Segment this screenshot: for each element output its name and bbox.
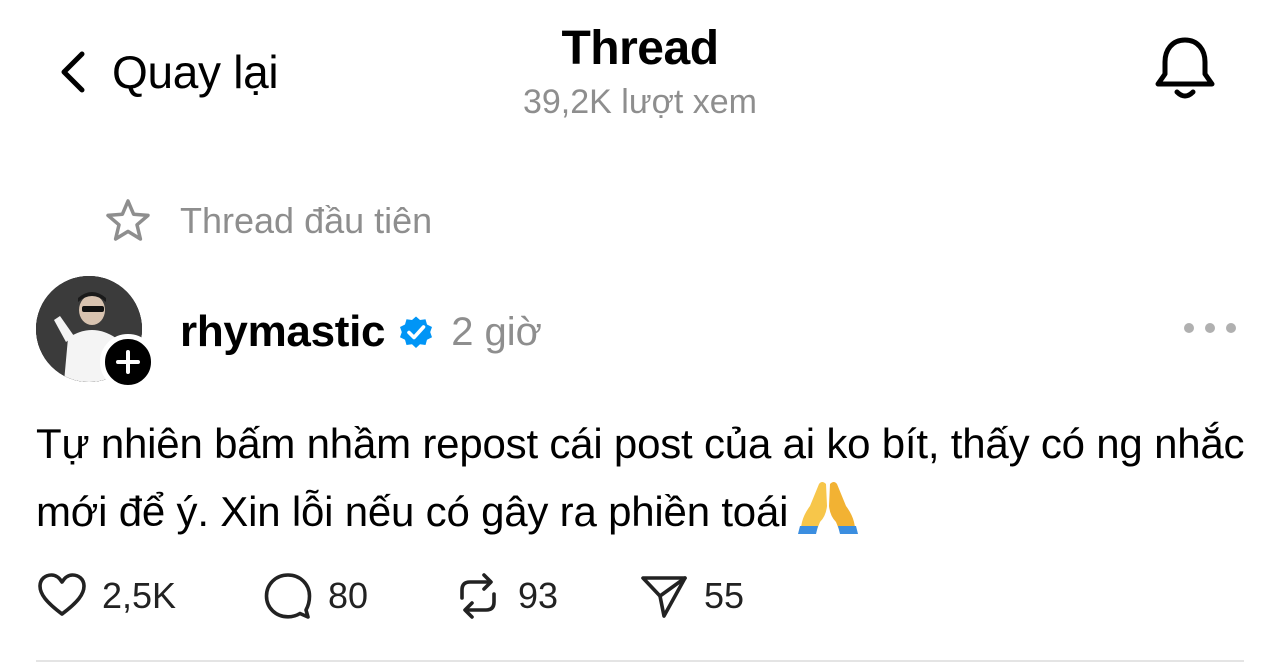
post-author-row: rhymastic 2 giờ (180, 302, 542, 362)
verified-icon (400, 316, 433, 348)
plus-icon (116, 350, 140, 374)
dot-icon (1226, 323, 1236, 333)
star-icon (106, 199, 150, 241)
header-title-block: Thread 39,2K lượt xem (440, 22, 840, 126)
like-button[interactable]: 2,5K (36, 570, 262, 622)
back-label: Quay lại (112, 46, 279, 98)
reply-count: 80 (328, 575, 369, 616)
heart-icon (38, 573, 86, 616)
pinned-indicator: Thread đầu tiên (104, 196, 432, 246)
send-icon (641, 576, 687, 618)
follow-button[interactable] (100, 334, 156, 390)
notification-button[interactable] (1150, 32, 1220, 104)
pinned-label: Thread đầu tiên (180, 200, 433, 241)
thread-page: Quay lại Thread 39,2K lượt xem Thread đầ… (0, 0, 1280, 666)
chevron-left-icon (61, 51, 85, 93)
view-count: 39,2K lượt xem (522, 83, 758, 121)
repost-icon (460, 573, 496, 619)
post-text: Tự nhiên bấm nhầm repost cái post của ai… (36, 420, 1245, 535)
page-title: Thread (561, 22, 719, 75)
comment-icon (264, 573, 312, 619)
dot-icon (1205, 323, 1215, 333)
folded-hands-emoji-icon (798, 476, 859, 534)
reply-button[interactable]: 80 (262, 570, 452, 622)
post-time: 2 giờ (451, 309, 542, 354)
bell-icon (1155, 37, 1215, 99)
username[interactable]: rhymastic (180, 307, 385, 357)
share-button[interactable]: 55 (638, 570, 744, 622)
post-actions: 2,5K 80 93 55 (36, 566, 744, 626)
verified-badge (397, 313, 435, 351)
repost-count: 93 (518, 575, 559, 616)
more-options-button[interactable] (1184, 312, 1236, 344)
like-count: 2,5K (102, 575, 177, 616)
back-button[interactable]: Quay lại (56, 40, 279, 104)
post-body: Tự nhiên bấm nhầm repost cái post của ai… (36, 412, 1256, 544)
repost-button[interactable]: 93 (452, 570, 638, 622)
divider (36, 660, 1244, 662)
share-count: 55 (704, 575, 745, 616)
dot-icon (1184, 323, 1194, 333)
